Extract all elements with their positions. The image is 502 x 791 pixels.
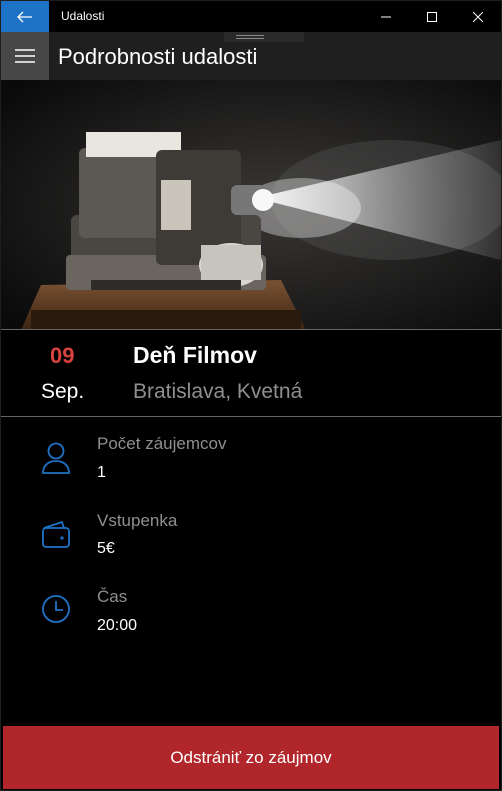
close-button[interactable] xyxy=(455,1,501,32)
maximize-button[interactable] xyxy=(409,1,455,32)
attendees-value: 1 xyxy=(97,464,106,481)
arrow-left-icon xyxy=(17,11,32,22)
wallet-icon xyxy=(42,520,70,548)
clock-icon xyxy=(42,595,70,623)
event-location: Bratislava, Kvetná xyxy=(133,380,303,403)
divider xyxy=(1,416,501,417)
divider xyxy=(1,329,501,330)
event-title: Deň Filmov xyxy=(133,342,257,368)
event-day: 09 xyxy=(50,343,75,368)
minimize-button[interactable] xyxy=(363,1,409,32)
window-title: Udalosti xyxy=(61,9,105,23)
close-icon xyxy=(473,11,483,22)
event-image xyxy=(1,80,501,330)
drag-handle[interactable] xyxy=(224,32,304,42)
person-icon xyxy=(42,442,70,474)
menu-button[interactable] xyxy=(1,32,49,80)
title-bar: Udalosti xyxy=(1,1,501,32)
ticket-value: 5€ xyxy=(97,540,115,557)
time-value: 20:00 xyxy=(97,617,138,634)
back-button[interactable] xyxy=(1,1,49,32)
hamburger-icon xyxy=(15,49,35,63)
ticket-label: Vstupenka xyxy=(97,511,178,530)
remove-interest-button[interactable]: Odstrániť zo záujmov xyxy=(3,726,499,789)
attendees-label: Počet záujemcov xyxy=(97,434,227,453)
event-month: Sep. xyxy=(41,380,85,403)
maximize-icon xyxy=(427,11,437,22)
minimize-icon xyxy=(381,16,391,17)
time-label: Čas xyxy=(97,587,128,606)
